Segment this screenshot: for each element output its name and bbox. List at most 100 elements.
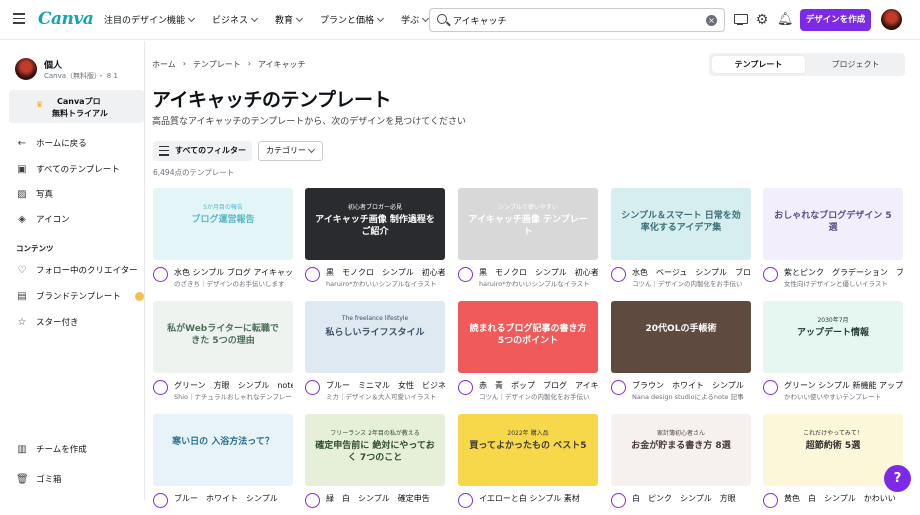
nav-item-learn[interactable]: 学ぶ bbox=[401, 13, 430, 26]
template-caption: 黒 モノクロ シンプル 初心者 haruiro*かわいいシンプルなイラスト bbox=[458, 267, 598, 289]
view-toggle: テンプレート プロジェクト bbox=[709, 53, 905, 76]
tab-projects[interactable]: プロジェクト bbox=[809, 56, 902, 73]
template-thumbnail[interactable]: 寒い日の 入浴方法って？ bbox=[153, 414, 293, 486]
template-author[interactable]: コツん｜デザインの内製化をお手伝い bbox=[479, 391, 598, 401]
sidebar-item-all-templates[interactable]: ▣ すべてのテンプレート bbox=[16, 161, 120, 177]
template-thumbnail[interactable]: 初心者ブロガー必見 アイキャッチ画像 制作過程をご紹介 bbox=[305, 188, 445, 260]
template-author[interactable]: コツん｜デザインの内製化をお手伝い bbox=[632, 278, 751, 288]
template-title: 水色 シンプル ブログ アイキャッチ bbox=[174, 268, 293, 277]
template-caption: 紫とピンク グラデーション ブログ女性向けデザインと優しいイラスト bbox=[763, 267, 903, 289]
template-thumbnail[interactable]: The freelance lifestyle 私らしいライフスタイル bbox=[305, 301, 445, 373]
nav-item-features[interactable]: 注目のデザイン機能 bbox=[104, 13, 196, 26]
template-title: 黄色 白 シンプル かわいい bbox=[784, 494, 896, 503]
template-thumbnail[interactable]: シンプルで使いやすい アイキャッチ画像 テンプレート bbox=[458, 188, 598, 260]
all-filters-button[interactable]: すべてのフィルター bbox=[153, 141, 252, 161]
template-author[interactable]: のざきち｜デザインのお手伝いします bbox=[174, 278, 293, 288]
creator-avatar[interactable] bbox=[611, 493, 626, 508]
help-button[interactable]: ? bbox=[884, 465, 911, 492]
trial-label-2: 無料トライアル bbox=[52, 109, 108, 118]
template-title: イエローと白 シンプル 素材 bbox=[479, 494, 580, 503]
thumbnail-text: ブログ運営報告 bbox=[191, 215, 255, 225]
template-thumbnail[interactable]: 私がWebライターに転職できた 5つの理由 bbox=[153, 301, 293, 373]
template-thumbnail[interactable]: 2022年 購入品 買ってよかったもの ベスト5 bbox=[458, 414, 598, 486]
pro-badge-icon bbox=[134, 291, 144, 301]
thumbnail-subtext: The freelance lifestyle bbox=[341, 315, 409, 322]
template-title: 紫とピンク グラデーション ブログ bbox=[784, 268, 903, 277]
tab-templates[interactable]: テンプレート bbox=[712, 56, 805, 73]
template-thumbnail[interactable]: 2030年7月 アップデート情報 bbox=[763, 301, 903, 373]
creator-avatar[interactable] bbox=[153, 493, 168, 508]
template-thumbnail[interactable]: 読まれるブログ記事の書き方 5つのポイント bbox=[458, 301, 598, 373]
sidebar-item-icons[interactable]: ◈ アイコン bbox=[16, 211, 69, 227]
creator-avatar[interactable] bbox=[458, 267, 473, 282]
creator-avatar[interactable] bbox=[305, 267, 320, 282]
crown-icon: ♛ bbox=[36, 100, 44, 109]
creator-avatar[interactable] bbox=[611, 380, 626, 395]
sidebar: 個人 Canva（無料版）・ 8 1 ♛ Canvaプロ 無料トライアル ← ホー… bbox=[0, 41, 145, 500]
template-author[interactable]: haruiro*かわいいシンプルなイラスト bbox=[479, 278, 598, 288]
template-thumbnail[interactable]: フリーランス 2年目の私が教える確定申告前に 絶対にやっておく 7つのこと bbox=[305, 414, 445, 486]
avatar[interactable] bbox=[881, 9, 902, 30]
template-thumbnail[interactable]: 5か月目の報告 ブログ運営報告 bbox=[153, 188, 293, 260]
account-name[interactable]: 個人 bbox=[44, 58, 62, 71]
template-author[interactable]: ミカ｜デザイン＆大人可愛いイラスト bbox=[326, 391, 445, 401]
breadcrumb-home[interactable]: ホーム bbox=[152, 59, 176, 70]
clear-icon[interactable]: × bbox=[706, 15, 717, 26]
creator-avatar[interactable] bbox=[153, 267, 168, 282]
thumbnail-text: 確定申告前に 絶対にやっておく 7つのこと bbox=[315, 441, 435, 463]
nav-item-education[interactable]: 教育 bbox=[275, 13, 304, 26]
sidebar-item-photos[interactable]: ▨ 写真 bbox=[16, 186, 53, 202]
sidebar-item-following[interactable]: ♡ フォロー中のクリエイター bbox=[16, 262, 138, 278]
creator-avatar[interactable] bbox=[763, 493, 778, 508]
creator-avatar[interactable] bbox=[458, 493, 473, 508]
template-caption: グリーン シンプル 新機能 アップデートかわいい使いやすいテンプレート bbox=[763, 380, 903, 402]
creator-avatar[interactable] bbox=[153, 380, 168, 395]
thumbnail-text: 読まれるブログ記事の書き方 5つのポイント bbox=[469, 324, 587, 346]
thumbnail-subtext: フリーランス 2年目の私が教える bbox=[330, 430, 420, 437]
sidebar-item-trash[interactable]: 🗑︎ ゴミ箱 bbox=[16, 471, 62, 487]
shapes-icon: ◈ bbox=[18, 213, 26, 225]
template-thumbnail[interactable]: シンプル＆スマート 日常を効率化するアイデア集 bbox=[611, 188, 751, 260]
bell-icon[interactable]: 🔔︎ bbox=[777, 13, 794, 27]
sidebar-item-brand-templates[interactable]: ▤ ブランドテンプレート bbox=[16, 288, 144, 304]
canva-logo[interactable]: Canva bbox=[38, 9, 94, 29]
creator-avatar[interactable] bbox=[763, 380, 778, 395]
template-title: 白 ピンク シンプル 方眼 bbox=[632, 494, 736, 503]
pro-trial-button[interactable]: ♛ Canvaプロ 無料トライアル bbox=[9, 90, 144, 123]
chevron-down-icon bbox=[296, 14, 304, 22]
template-author[interactable]: かわいい使いやすいテンプレート bbox=[784, 391, 903, 401]
creator-avatar[interactable] bbox=[458, 380, 473, 395]
monitor-icon[interactable] bbox=[733, 13, 748, 27]
template-thumbnail[interactable]: 20代OLの手帳術 bbox=[611, 301, 751, 373]
creator-avatar[interactable] bbox=[611, 267, 626, 282]
template-caption: ブルー ミニマル 女性 ビジネス ミカ｜デザイン＆大人可愛いイラスト bbox=[305, 380, 445, 402]
nav-item-business[interactable]: ビジネス bbox=[212, 13, 259, 26]
search-input[interactable]: アイキャッチ × bbox=[429, 8, 725, 32]
template-title: ブルー ミニマル 女性 ビジネス bbox=[326, 381, 445, 390]
sidebar-item-home[interactable]: ← ホームに戻る bbox=[16, 135, 87, 151]
menu-icon[interactable] bbox=[13, 13, 25, 25]
create-design-button[interactable]: デザインを作成 bbox=[800, 9, 871, 31]
template-thumbnail[interactable]: 家計簿初心者さん お金が貯まる書き方 8選 bbox=[611, 414, 751, 486]
template-thumbnail[interactable]: おしゃれなブログデザイン 5選 bbox=[763, 188, 903, 260]
creator-avatar[interactable] bbox=[305, 380, 320, 395]
template-author[interactable]: Nana design studioによるnote 記事 bbox=[632, 391, 751, 401]
breadcrumb-templates[interactable]: テンプレート bbox=[193, 59, 241, 70]
template-author[interactable]: haruiro*かわいいシンプルなイラスト bbox=[326, 278, 445, 288]
category-dropdown[interactable]: カテゴリー bbox=[258, 141, 323, 161]
template-title: グリーン 方眼 シンプル note bbox=[174, 381, 293, 390]
chevron-down-icon bbox=[377, 14, 385, 22]
template-thumbnail[interactable]: これだけやってみて！ 超節約術 5選 bbox=[763, 414, 903, 486]
sidebar-item-create-team[interactable]: ▥ チームを作成 bbox=[16, 441, 86, 457]
breadcrumb-current: アイキャッチ bbox=[257, 60, 306, 69]
sidebar-item-starred[interactable]: ☆ スター付き bbox=[16, 314, 79, 330]
thumbnail-text: 買ってよかったもの ベスト5 bbox=[469, 441, 587, 451]
template-author[interactable]: 女性向けデザインと優しいイラスト bbox=[784, 278, 903, 288]
chevron-right-icon: › bbox=[182, 59, 186, 68]
creator-avatar[interactable] bbox=[763, 267, 778, 282]
template-caption: グリーン 方眼 シンプル note Shio｜ナチュラルおしゃれなテンプレート bbox=[153, 380, 293, 402]
template-author[interactable]: Shio｜ナチュラルおしゃれなテンプレート bbox=[174, 391, 293, 401]
nav-item-pricing[interactable]: プランと価格 bbox=[320, 13, 385, 26]
gear-icon[interactable]: ⚙ bbox=[755, 13, 769, 27]
creator-avatar[interactable] bbox=[305, 493, 320, 508]
